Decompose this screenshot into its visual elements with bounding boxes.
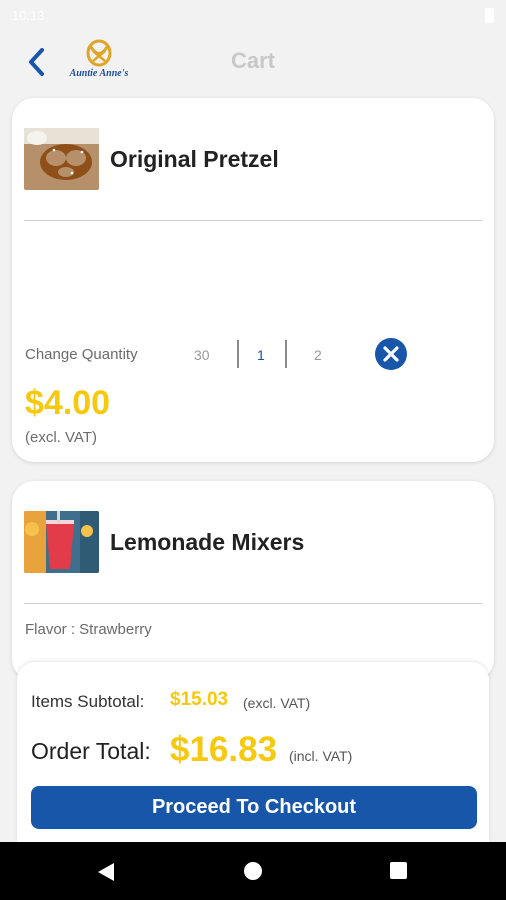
cart-item-card: Original Pretzel Change Quantity 30 1 2 … — [12, 98, 494, 462]
product-thumbnail-pretzel[interactable] — [24, 128, 99, 190]
subtotal-label: Items Subtotal: — [31, 692, 145, 711]
divider — [24, 220, 482, 221]
battery-icon — [485, 8, 494, 23]
status-bar: 10:13 — [0, 0, 506, 32]
nav-recents-icon[interactable] — [390, 862, 407, 879]
product-name[interactable]: Original Pretzel — [110, 146, 279, 173]
nav-back-icon[interactable] — [97, 862, 115, 882]
cart-item-card: Lemonade Mixers Flavor : Strawberry — [12, 481, 494, 681]
quantity-option-current[interactable]: 1 — [257, 347, 265, 363]
quantity-option-next[interactable]: 2 — [314, 347, 322, 363]
quantity-option-prev[interactable]: 30 — [194, 347, 210, 363]
quantity-separator — [285, 340, 287, 368]
total-value: $16.83 — [170, 730, 278, 769]
status-time: 10:13 — [12, 8, 45, 23]
total-label: Order Total: — [31, 738, 151, 764]
quantity-label: Change Quantity — [25, 346, 138, 363]
nav-home-icon[interactable] — [244, 862, 262, 880]
system-nav-bar — [0, 842, 506, 900]
item-price: $4.00 — [25, 384, 111, 422]
product-name[interactable]: Lemonade Mixers — [110, 529, 304, 556]
order-summary-panel: Items Subtotal: $15.03 (excl. VAT) Order… — [17, 662, 489, 842]
divider — [24, 603, 482, 604]
subtotal-vat-note: (excl. VAT) — [243, 695, 311, 711]
close-icon — [383, 346, 399, 362]
product-thumbnail-lemonade[interactable] — [24, 511, 99, 573]
quantity-separator — [237, 340, 239, 368]
subtotal-value: $15.03 — [170, 689, 229, 710]
remove-item-button[interactable] — [375, 338, 407, 370]
app-header: Auntie Anne's Cart — [0, 32, 506, 92]
proceed-to-checkout-button[interactable]: Proceed To Checkout — [31, 786, 477, 829]
total-vat-note: (incl. VAT) — [289, 748, 353, 764]
page-title: Cart — [230, 48, 275, 73]
price-vat-note: (excl. VAT) — [25, 429, 97, 446]
item-flavor: Flavor : Strawberry — [25, 621, 152, 638]
